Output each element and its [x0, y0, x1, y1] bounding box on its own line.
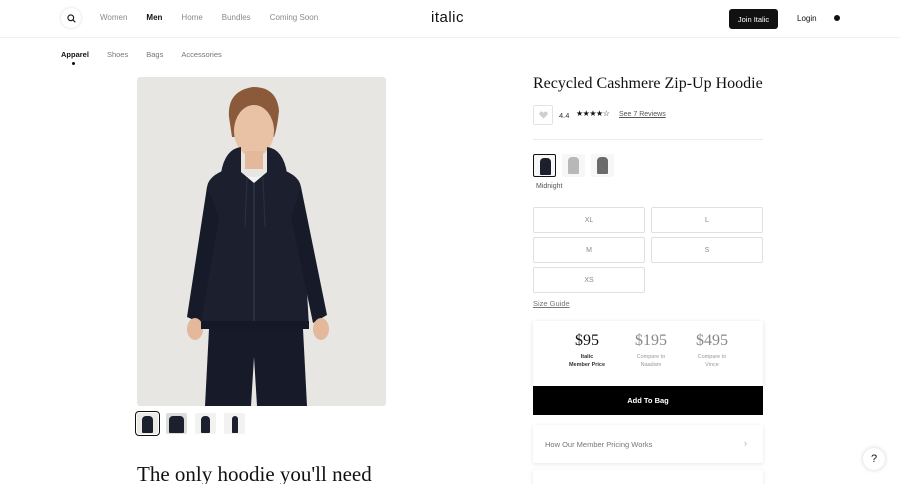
nav-coming-soon[interactable]: Coming Soon	[270, 13, 318, 22]
section-headline: The only hoodie you'll need	[137, 462, 372, 484]
product-main-image[interactable]	[137, 77, 386, 406]
italic-logo[interactable]: italic	[431, 9, 464, 26]
category-subnav: Apparel Shoes Bags Accessories	[61, 50, 240, 65]
thumbnail-4[interactable]	[224, 413, 245, 434]
swatch-midnight[interactable]	[533, 154, 556, 177]
member-price-label-1: Italic	[580, 354, 594, 360]
rating-value: 4.4	[559, 111, 570, 120]
nav-bundles[interactable]: Bundles	[222, 13, 251, 22]
member-pricing-label: How Our Member Pricing Works	[545, 440, 653, 449]
member-price-label-2: Member Price	[568, 362, 606, 368]
size-guide-link[interactable]: Size Guide	[533, 299, 570, 308]
size-l-button[interactable]: L	[651, 207, 763, 233]
vince-label-1: Compare to	[697, 354, 727, 360]
subnav-accessories[interactable]: Accessories	[181, 50, 221, 59]
subnav-shoes[interactable]: Shoes	[107, 50, 128, 59]
price-comparison-card: $95 Italic Member Price $195 Compare to …	[533, 321, 763, 387]
thumbnail-1[interactable]	[135, 411, 160, 436]
naadam-label-2: Naadam	[640, 362, 662, 368]
selected-color-label: Midnight	[536, 183, 563, 190]
size-xl-button[interactable]: XL	[533, 207, 645, 233]
size-m-button[interactable]: M	[533, 237, 645, 263]
thumbnail-3[interactable]	[195, 413, 216, 434]
next-info-card[interactable]	[533, 470, 763, 484]
vince-label-2: Vince	[705, 362, 719, 368]
compare-price-naadam: $195 Compare to Naadam	[621, 332, 681, 369]
search-icon	[66, 13, 76, 23]
chevron-right-icon: ›	[744, 438, 747, 448]
size-s-button[interactable]: S	[651, 237, 763, 263]
product-title: Recycled Cashmere Zip-Up Hoodie	[533, 75, 763, 92]
compare-price-vince: $495 Compare to Vince	[682, 332, 742, 369]
image-thumbnails	[135, 411, 253, 436]
subnav-bags[interactable]: Bags	[146, 50, 163, 59]
rating-stars-icon: ★★★★☆	[576, 109, 610, 118]
wishlist-button[interactable]	[533, 105, 553, 125]
help-button[interactable]: ?	[863, 448, 885, 470]
divider	[533, 139, 763, 140]
color-swatches	[533, 154, 620, 177]
cart-dot-icon[interactable]	[834, 15, 840, 21]
member-price: $95 Italic Member Price	[557, 332, 617, 369]
nav-men[interactable]: Men	[146, 13, 162, 22]
naadam-label-1: Compare to	[636, 354, 666, 360]
login-link[interactable]: Login	[797, 14, 817, 23]
join-italic-button[interactable]: Join Italic	[729, 9, 778, 29]
thumbnail-2[interactable]	[166, 413, 187, 434]
vince-price-amount: $495	[696, 332, 728, 349]
nav-women[interactable]: Women	[100, 13, 127, 22]
top-nav: Women Men Home Bundles Coming Soon itali…	[0, 0, 900, 38]
member-pricing-info[interactable]: How Our Member Pricing Works ›	[533, 425, 763, 463]
swatch-heather-grey[interactable]	[562, 154, 585, 177]
see-reviews-link[interactable]: See 7 Reviews	[619, 111, 666, 118]
model-photo	[187, 87, 329, 406]
member-price-amount: $95	[575, 332, 599, 349]
swatch-charcoal[interactable]	[591, 154, 614, 177]
nav-home[interactable]: Home	[181, 13, 202, 22]
naadam-price-amount: $195	[635, 332, 667, 349]
main-nav: Women Men Home Bundles Coming Soon	[100, 13, 337, 22]
subnav-apparel[interactable]: Apparel	[61, 50, 89, 65]
heart-icon	[538, 111, 548, 119]
search-button[interactable]	[61, 8, 81, 28]
add-to-bag-button[interactable]: Add To Bag	[533, 386, 763, 415]
size-xs-button[interactable]: XS	[533, 267, 645, 293]
